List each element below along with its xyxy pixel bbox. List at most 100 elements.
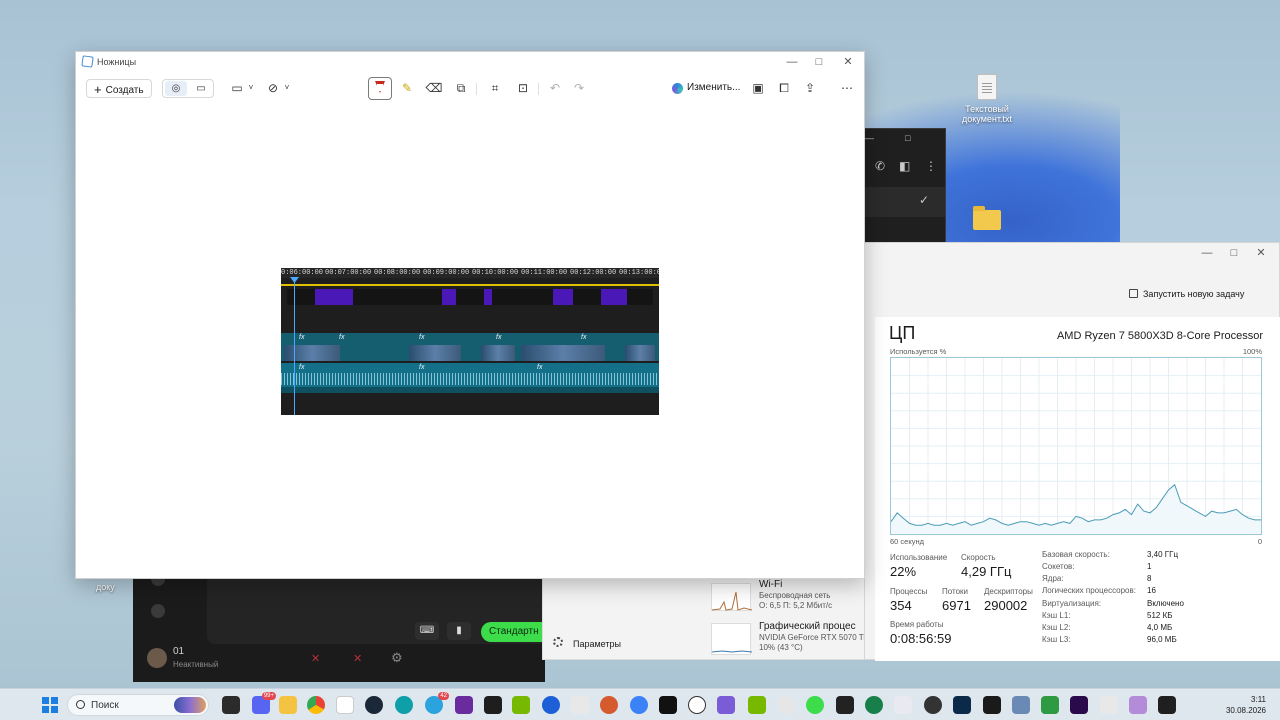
rail-icon[interactable] [151, 604, 165, 618]
gamepad-icon[interactable]: ⌨ [415, 622, 439, 640]
telegram-icon[interactable]: 42 [425, 692, 449, 714]
file-explorer-icon[interactable] [279, 696, 297, 714]
playhead[interactable] [294, 277, 295, 415]
processor-name: AMD Ryzen 7 5800X3D 8-Core Processor [1056, 330, 1263, 342]
cpu-panel: ЦП AMD Ryzen 7 5800X3D 8-Core Processor … [875, 317, 1280, 661]
sidebar-icon[interactable]: ◧ [899, 159, 910, 173]
nvidia-icon[interactable] [512, 696, 530, 714]
graph-y-label: Используется % [890, 347, 947, 356]
spec-key: Виртуализация: [1042, 599, 1102, 608]
app-icon[interactable] [1129, 696, 1147, 714]
wifi-mini-graph[interactable] [711, 583, 753, 611]
app-icon[interactable] [630, 696, 648, 714]
app-icon[interactable] [983, 696, 1001, 714]
close-button[interactable]: ✕ [836, 54, 860, 70]
settings-gear-icon[interactable]: ⚙ [391, 650, 403, 666]
ballpoint-pen-button[interactable] [368, 77, 392, 100]
minimize-button[interactable]: — [1195, 245, 1219, 261]
maximize-button[interactable]: □ [1222, 245, 1246, 261]
app-icon[interactable] [542, 696, 560, 714]
shapes-icon[interactable]: ⧉ [450, 80, 472, 96]
redo-icon[interactable]: ↷ [568, 80, 590, 96]
app-icon[interactable] [1041, 696, 1059, 714]
steam-icon[interactable] [365, 696, 383, 714]
capcut-icon[interactable] [659, 696, 677, 714]
metric-value: 6971 [942, 598, 971, 613]
notepad-icon[interactable] [336, 696, 354, 714]
gpu-sparkline [711, 650, 753, 653]
app-icon[interactable] [1012, 696, 1030, 714]
app-icon[interactable] [600, 696, 618, 714]
video-icon[interactable]: ▭ [189, 81, 213, 97]
desktop-icon-folder[interactable] [942, 206, 1032, 234]
desktop-icon-text-document[interactable]: Текстовый документ.txt [942, 74, 1032, 124]
highlighter-icon[interactable]: ✎ [396, 80, 418, 96]
close-button[interactable]: ✕ [1249, 245, 1273, 261]
snipping-tool-window: Ножницы — □ ✕ + Создать ◎ ▭ ▭ ˅ ⊘ ˅ ✎ ⌫ ⧉… [75, 51, 865, 579]
copy-icon[interactable]: ⧠ [773, 80, 795, 96]
app-icon[interactable] [395, 696, 413, 714]
create-button[interactable]: + Создать [86, 79, 152, 98]
timecode: 00:12:00:00 [570, 269, 617, 277]
chevron-down-icon[interactable]: ˅ [276, 80, 298, 96]
app-icon[interactable] [865, 696, 883, 714]
desktop-icon-label: доку [96, 582, 115, 592]
chevron-down-icon[interactable]: ˅ [240, 80, 262, 96]
snipping-taskbar-icon[interactable] [836, 696, 854, 714]
mic-muted-icon[interactable]: ✕ [311, 652, 320, 665]
fx-badge: fx [299, 334, 305, 341]
spec-value: 16 [1147, 586, 1156, 595]
text-actions-icon[interactable]: ⊡ [512, 80, 534, 96]
run-new-task-button[interactable]: Запустить новую задачу [1129, 289, 1244, 299]
crop-icon[interactable]: ⌗ [484, 80, 506, 96]
chatgpt-icon[interactable] [688, 696, 706, 714]
wifi-sparkline [711, 591, 753, 611]
more-icon[interactable]: ⋮ [925, 159, 937, 173]
app-icon[interactable] [1100, 696, 1118, 714]
maximize-button[interactable]: □ [807, 54, 831, 70]
audio-waveform [281, 373, 659, 385]
app-icon[interactable] [777, 696, 795, 714]
terminal-icon[interactable] [484, 696, 502, 714]
app-icon[interactable] [806, 696, 824, 714]
windows-start-icon[interactable] [42, 697, 58, 713]
search-placeholder: Поиск [91, 700, 119, 711]
plus-icon: + [94, 82, 102, 97]
app-icon[interactable] [894, 696, 912, 714]
task-view-icon[interactable] [222, 696, 240, 714]
chrome-icon[interactable] [307, 696, 325, 714]
system-clock[interactable]: 3:11 30.08.2026 [1226, 694, 1266, 716]
nvidia-app-icon[interactable] [748, 696, 766, 714]
save-icon[interactable]: ▣ [747, 80, 769, 96]
headset-muted-icon[interactable]: ✕ [353, 652, 362, 665]
fx-badge: fx [537, 364, 543, 371]
captured-image[interactable]: 0:06:00:00 00:07:00:00 00:08:00:00 00:09… [281, 268, 659, 415]
maximize-icon[interactable]: □ [905, 133, 910, 143]
phone-icon[interactable]: ✆ [875, 159, 885, 173]
mark-read-icon[interactable]: ✓ [919, 193, 929, 207]
app-icon[interactable] [924, 696, 942, 714]
discord-icon[interactable]: 99+ [252, 692, 276, 714]
share-icon[interactable]: ⇪ [799, 80, 821, 96]
network-panel: Параметры Wi-Fi Беспроводная сеть О: 6,5… [542, 578, 870, 660]
app-icon[interactable] [455, 696, 473, 714]
more-icon[interactable]: ⋯ [836, 80, 858, 96]
avatar[interactable] [147, 648, 167, 668]
minimize-button[interactable]: — [780, 54, 804, 70]
desktop-icon-partial[interactable]: доку [96, 582, 136, 592]
edit-in-paint-button[interactable]: Изменить... [687, 82, 740, 93]
app-icon[interactable] [953, 696, 971, 714]
layout-icon[interactable]: ▮ [447, 622, 471, 640]
app-icon[interactable] [717, 696, 735, 714]
minimize-icon[interactable]: — [865, 133, 874, 143]
app-icon[interactable] [571, 696, 589, 714]
undo-icon[interactable]: ↶ [544, 80, 566, 96]
premiere-icon[interactable] [1070, 696, 1088, 714]
taskbar-search[interactable]: Поиск [67, 694, 209, 716]
app-icon[interactable] [1158, 696, 1176, 714]
settings-link[interactable]: Параметры [573, 639, 621, 649]
gpu-mini-graph[interactable] [711, 623, 753, 655]
title-clip [553, 289, 573, 305]
eraser-icon[interactable]: ⌫ [423, 80, 445, 96]
timecode: 0:06:00:00 [281, 269, 324, 277]
